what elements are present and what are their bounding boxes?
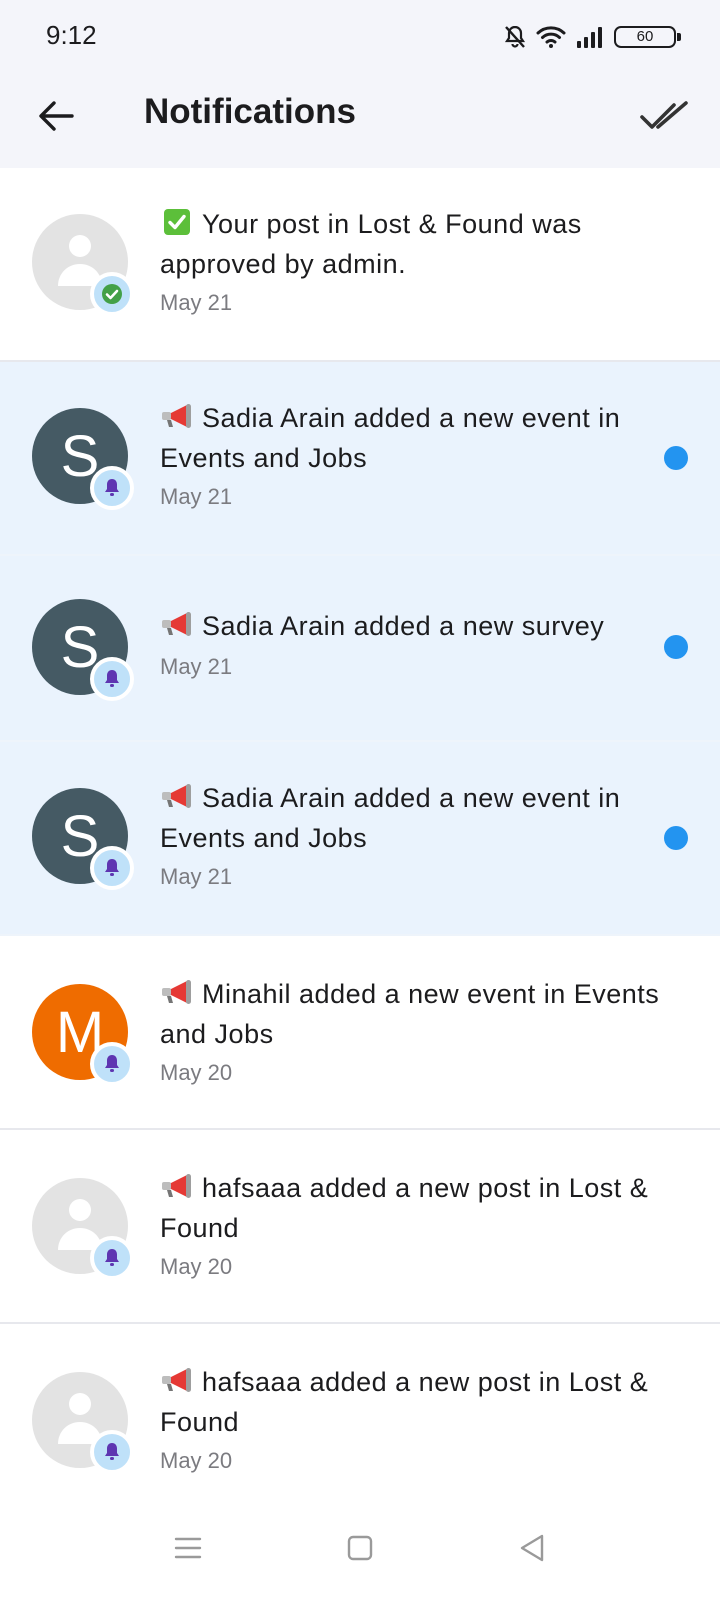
back-button[interactable] bbox=[30, 90, 82, 142]
megaphone-icon bbox=[162, 1368, 191, 1392]
notification-item[interactable]: S Sadia Arain added a new event in Event… bbox=[0, 362, 720, 556]
avatar bbox=[32, 1372, 134, 1474]
status-badge bbox=[90, 466, 134, 510]
notification-message: hafsaaa added a new post in Lost & Found bbox=[160, 1173, 649, 1243]
notification-date: May 20 bbox=[160, 1254, 233, 1279]
home-square-icon bbox=[347, 1535, 373, 1561]
notification-message: Sadia Arain added a new event in Events … bbox=[160, 403, 621, 473]
arrow-left-icon bbox=[39, 101, 74, 131]
status-time: 9:12 bbox=[46, 20, 97, 50]
avatar: S bbox=[32, 408, 134, 510]
check-circle-icon bbox=[102, 284, 122, 304]
bell-icon bbox=[105, 859, 119, 876]
notification-date: May 20 bbox=[160, 1060, 233, 1085]
megaphone-icon bbox=[162, 1174, 191, 1198]
notification-text: Minahil added a new event in Events and … bbox=[160, 974, 682, 1054]
avatar: M bbox=[32, 984, 134, 1086]
notification-message: hafsaaa added a new post in Lost & Found bbox=[160, 1367, 649, 1437]
bell-icon bbox=[105, 1055, 119, 1072]
app-bar: Notifications bbox=[0, 72, 720, 168]
status-badge bbox=[90, 657, 134, 701]
notification-item[interactable]: Your post in Lost & Found was approved b… bbox=[0, 168, 720, 362]
avatar bbox=[32, 214, 134, 316]
status-icons: 60 bbox=[504, 22, 681, 52]
avatar: S bbox=[32, 599, 134, 701]
notification-date: May 21 bbox=[160, 290, 233, 315]
avatar bbox=[32, 1178, 134, 1280]
megaphone-icon bbox=[162, 612, 191, 636]
mark-all-read-button[interactable] bbox=[634, 90, 694, 142]
page-title: Notifications bbox=[144, 92, 356, 131]
notification-message: Sadia Arain added a new survey bbox=[202, 611, 605, 641]
notification-item[interactable]: S Sadia Arain added a new event in Event… bbox=[0, 742, 720, 936]
notification-item[interactable]: hafsaaa added a new post in Lost & Found… bbox=[0, 1130, 720, 1324]
unread-dot bbox=[664, 446, 688, 470]
unread-dot bbox=[664, 826, 688, 850]
system-nav-bar bbox=[0, 1498, 720, 1600]
notification-date: May 21 bbox=[160, 864, 233, 889]
double-check-icon bbox=[640, 101, 688, 129]
notification-message: Minahil added a new event in Events and … bbox=[160, 979, 660, 1049]
battery-level: 60 bbox=[636, 28, 654, 45]
notification-item[interactable]: S Sadia Arain added a new survey May 21 bbox=[0, 556, 720, 742]
notification-text: Sadia Arain added a new survey bbox=[160, 606, 682, 646]
megaphone-icon bbox=[162, 404, 191, 428]
notification-date: May 20 bbox=[160, 1448, 233, 1473]
notification-text: Your post in Lost & Found was approved b… bbox=[160, 204, 682, 284]
bell-icon bbox=[105, 479, 119, 496]
notification-date: May 21 bbox=[160, 484, 233, 509]
notification-message: Sadia Arain added a new event in Events … bbox=[160, 783, 621, 853]
avatar: S bbox=[32, 788, 134, 890]
megaphone-icon bbox=[162, 784, 191, 808]
signal-icon bbox=[577, 27, 602, 48]
battery-icon: 60 bbox=[614, 26, 681, 48]
status-badge bbox=[90, 1042, 134, 1086]
notification-text: hafsaaa added a new post in Lost & Found bbox=[160, 1168, 682, 1248]
menu-icon bbox=[174, 1537, 202, 1559]
notification-text: hafsaaa added a new post in Lost & Found bbox=[160, 1362, 682, 1442]
notification-item[interactable]: hafsaaa added a new post in Lost & Found… bbox=[0, 1324, 720, 1518]
bell-icon bbox=[105, 1249, 119, 1266]
notification-message: Your post in Lost & Found was approved b… bbox=[160, 209, 582, 279]
status-bar: 9:12 60 bbox=[0, 0, 720, 72]
bell-off-icon bbox=[504, 25, 526, 48]
status-badge bbox=[90, 846, 134, 890]
check-mark-button-icon bbox=[164, 209, 190, 235]
bell-icon bbox=[105, 670, 119, 687]
bell-icon bbox=[105, 1443, 119, 1460]
notification-date: May 21 bbox=[160, 654, 233, 679]
home-button[interactable] bbox=[340, 1528, 380, 1568]
status-badge bbox=[90, 272, 134, 316]
notification-list: Your post in Lost & Found was approved b… bbox=[0, 168, 720, 1518]
unread-dot bbox=[664, 635, 688, 659]
wifi-icon bbox=[536, 26, 566, 48]
notification-item[interactable]: M Minahil added a new event in Events an… bbox=[0, 936, 720, 1130]
notification-text: Sadia Arain added a new event in Events … bbox=[160, 778, 682, 858]
system-back-button[interactable] bbox=[512, 1528, 552, 1568]
notification-text: Sadia Arain added a new event in Events … bbox=[160, 398, 682, 478]
back-triangle-icon bbox=[520, 1534, 544, 1562]
recents-button[interactable] bbox=[168, 1528, 208, 1568]
status-badge bbox=[90, 1236, 134, 1280]
megaphone-icon bbox=[162, 980, 191, 1004]
status-badge bbox=[90, 1430, 134, 1474]
